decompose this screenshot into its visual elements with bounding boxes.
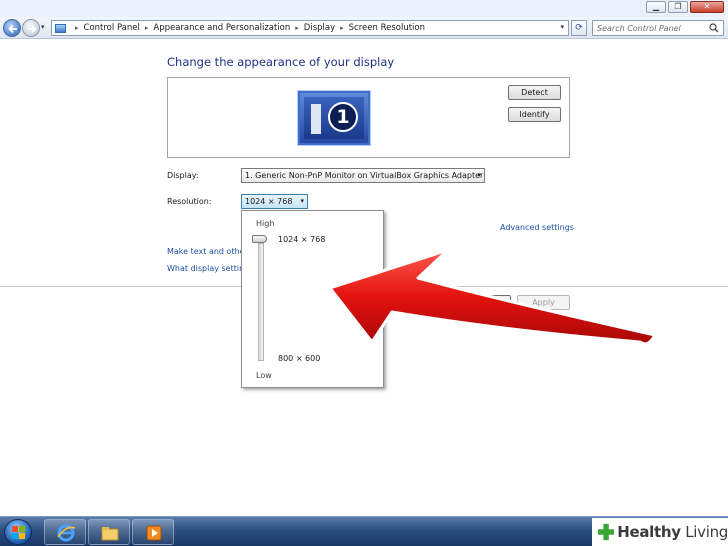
search-box[interactable]	[592, 20, 724, 36]
text-size-link[interactable]: Make text and other	[167, 247, 248, 256]
watermark-brand-light: Living	[680, 523, 728, 541]
monitor-1-icon[interactable]: 1	[298, 91, 370, 145]
internet-explorer-icon	[57, 524, 76, 542]
start-button[interactable]	[4, 519, 32, 545]
green-cross-icon	[598, 523, 615, 541]
advanced-settings-link[interactable]: Advanced settings	[500, 223, 574, 232]
healthy-living-watermark: Healthy Living	[592, 518, 728, 546]
slider-thumb[interactable]	[252, 235, 267, 243]
chevron-down-icon: ▾	[300, 197, 304, 205]
file-explorer-icon	[101, 527, 119, 541]
breadcrumb-separator[interactable]: ▸	[340, 24, 344, 32]
breadcrumb-appearance[interactable]: Appearance and Personalization	[153, 23, 290, 33]
breadcrumb-display[interactable]: Display	[304, 23, 335, 33]
forward-button[interactable]	[22, 19, 40, 37]
slider-high-label: High	[256, 219, 275, 228]
taskbar-media-player-button[interactable]	[132, 519, 174, 545]
display-dropdown[interactable]: 1. Generic Non-PnP Monitor on VirtualBox…	[241, 168, 485, 183]
monitor-number-badge: 1	[328, 102, 358, 132]
resolution-dropdown[interactable]: 1024 × 768 ▾	[241, 194, 308, 209]
monitor-window-shape	[311, 104, 321, 134]
breadcrumb-separator[interactable]: ▸	[75, 24, 79, 32]
taskbar-explorer-button[interactable]	[88, 519, 130, 545]
slider-track[interactable]	[258, 243, 264, 361]
breadcrumb-separator[interactable]: ▸	[295, 24, 299, 32]
breadcrumb-screen-resolution[interactable]: Screen Resolution	[349, 23, 425, 33]
slider-bottom-value: 800 × 600	[278, 354, 321, 363]
refresh-button[interactable]: ⟳	[571, 20, 587, 36]
apply-button[interactable]: Apply	[517, 295, 570, 310]
detect-button[interactable]: Detect	[508, 85, 561, 100]
address-bar[interactable]: ▸ Control Panel ▸ Appearance and Persona…	[51, 20, 569, 36]
window-title-strip: ▁ ❐ ✕	[0, 0, 728, 18]
watermark-brand-bold: Healthy	[617, 523, 681, 541]
address-dropdown-button[interactable]: ▾	[560, 23, 564, 31]
media-player-icon	[146, 525, 162, 541]
breadcrumb-control-panel[interactable]: Control Panel	[84, 23, 140, 33]
slider-low-label: Low	[256, 371, 272, 380]
display-settings-link[interactable]: What display setting	[167, 264, 249, 273]
cancel-button[interactable]: Cancel	[461, 295, 511, 310]
page-title: Change the appearance of your display	[167, 55, 395, 69]
forward-arrow-icon	[28, 24, 37, 34]
watermark-text: Healthy Living	[617, 523, 728, 541]
minimize-button[interactable]: ▁	[646, 1, 666, 13]
ok-button[interactable]: OK	[400, 295, 453, 310]
identify-button[interactable]: Identify	[508, 107, 561, 122]
navigation-bar: ▾ ▸ Control Panel ▸ Appearance and Perso…	[0, 17, 728, 39]
search-input[interactable]	[593, 21, 703, 35]
close-button[interactable]: ✕	[690, 1, 724, 13]
control-panel-icon	[55, 23, 66, 33]
display-dropdown-value: 1. Generic Non-PnP Monitor on VirtualBox…	[245, 171, 484, 180]
back-arrow-icon	[8, 24, 17, 34]
taskbar-ie-button[interactable]	[44, 519, 86, 545]
chevron-down-icon: ▾	[477, 171, 481, 179]
monitor-screen: 1	[304, 97, 364, 139]
slider-top-value: 1024 × 768	[278, 235, 326, 244]
back-button[interactable]	[3, 19, 21, 37]
resolution-label: Resolution:	[167, 197, 212, 206]
window-controls: ▁ ❐ ✕	[646, 1, 724, 13]
display-label: Display:	[167, 171, 199, 180]
windows-logo-icon	[12, 526, 25, 539]
maximize-button[interactable]: ❐	[668, 1, 688, 13]
history-dropdown-button[interactable]: ▾	[41, 23, 45, 31]
resolution-dropdown-value: 1024 × 768	[245, 197, 293, 206]
breadcrumb-separator[interactable]: ▸	[145, 24, 149, 32]
search-icon[interactable]	[709, 23, 719, 33]
resolution-slider-popup: High 1024 × 768 800 × 600 Low	[241, 210, 384, 388]
